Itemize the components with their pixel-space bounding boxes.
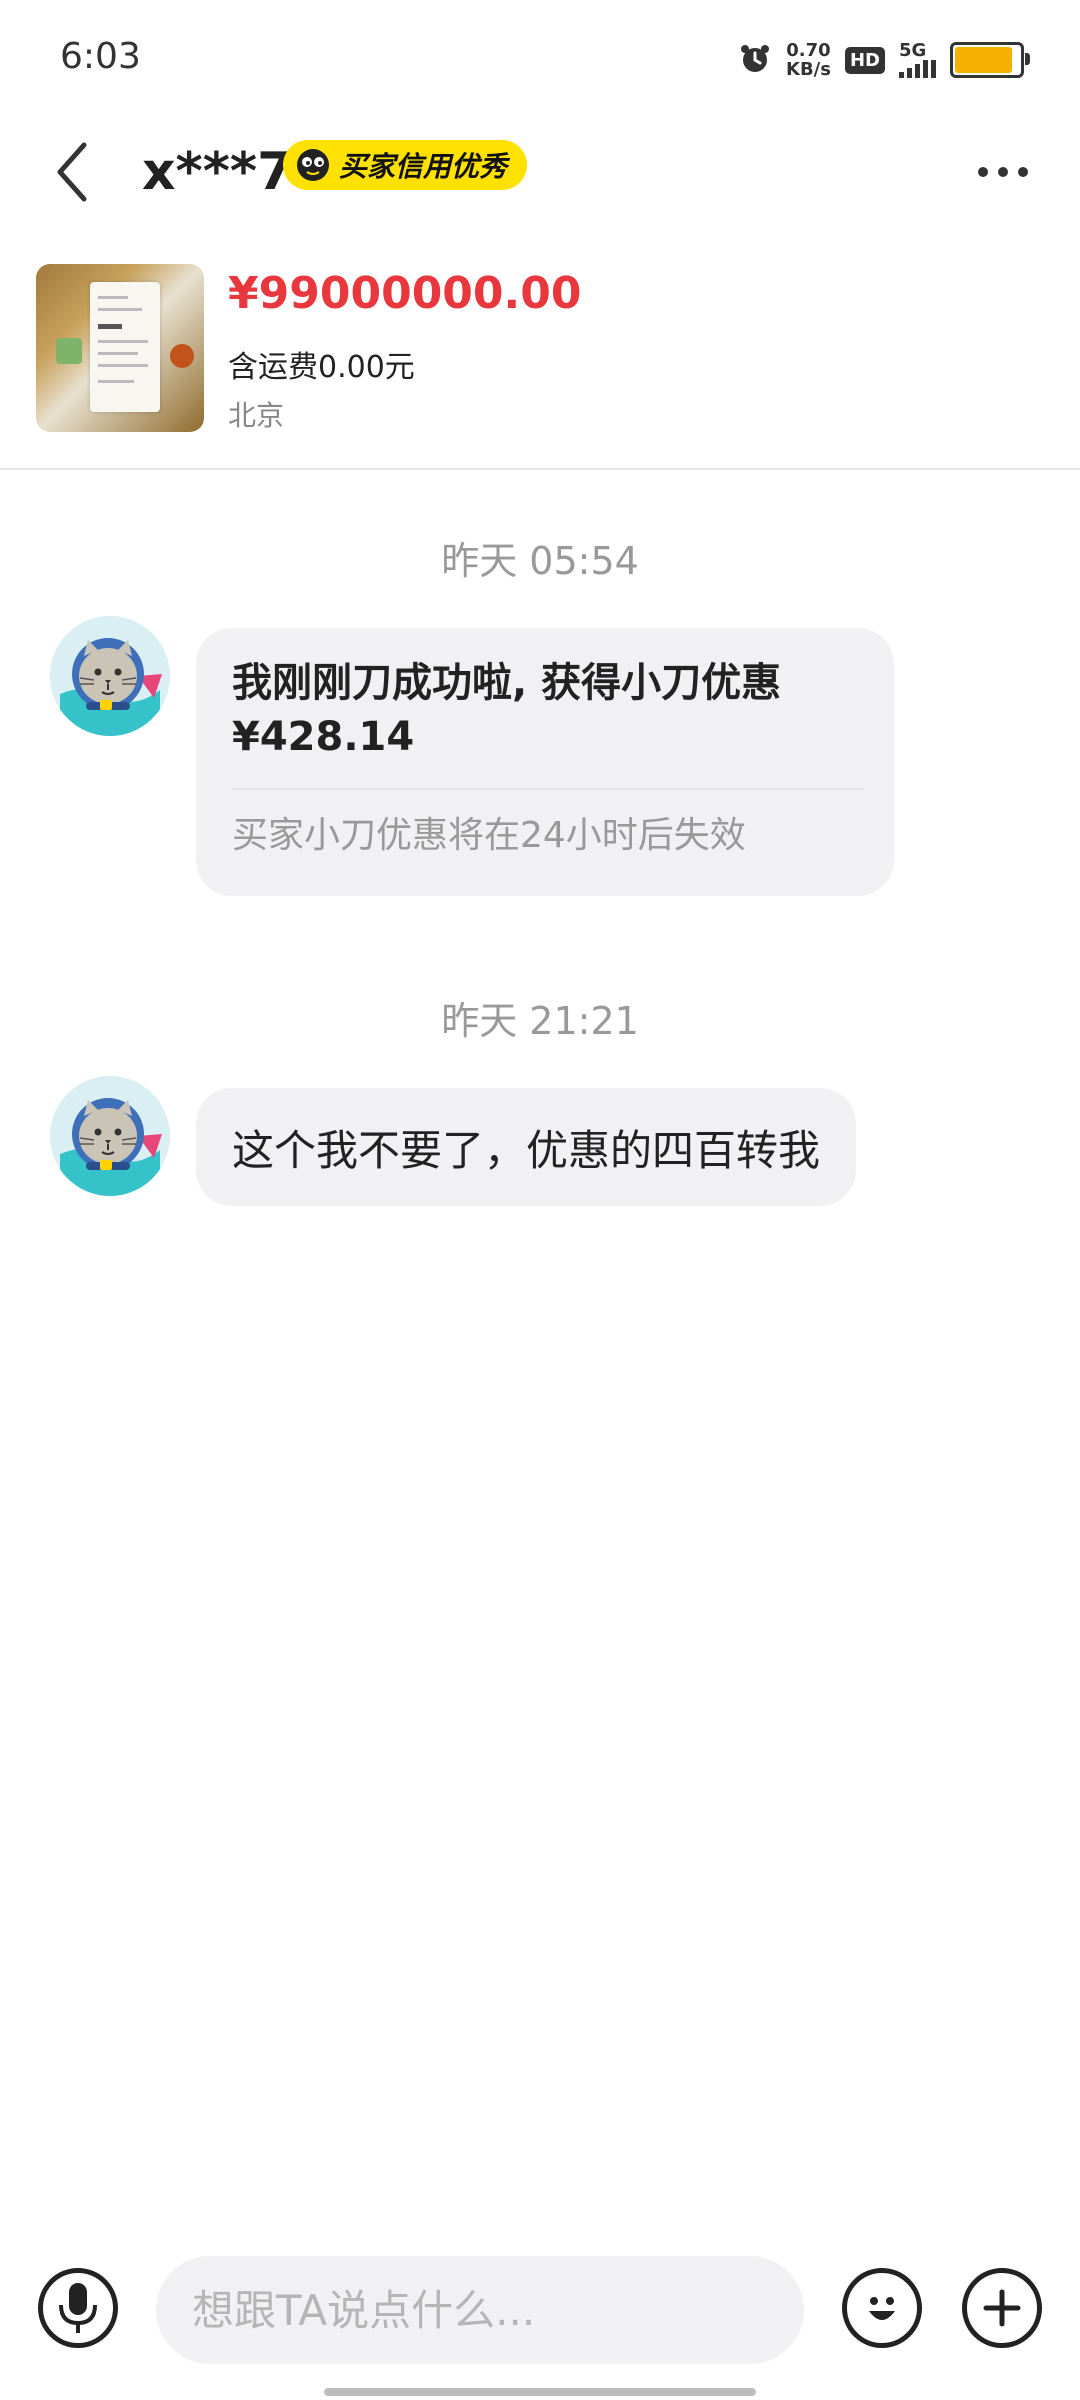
- more-button[interactable]: [968, 142, 1038, 202]
- credit-badge-label: 买家信用优秀: [339, 150, 508, 183]
- message-timestamp: 昨天 05:54: [441, 539, 639, 583]
- alarm-clock-icon: [738, 41, 772, 79]
- voice-icon: [59, 2283, 97, 2333]
- status-time: 6:03: [60, 36, 141, 77]
- network-type: 5G: [899, 40, 927, 61]
- battery-icon: [950, 42, 1030, 78]
- hd-icon: HD: [844, 46, 885, 74]
- cat-avatar-icon: [50, 616, 170, 736]
- face-icon: [297, 149, 329, 181]
- bubble-divider: [232, 788, 864, 790]
- status-bar: 6:03 0.70 KB/s HD 5G: [0, 0, 1080, 120]
- home-indicator[interactable]: [324, 2388, 756, 2396]
- network-speed: 0.70 KB/s: [786, 41, 831, 79]
- status-icons: 0.70 KB/s HD 5G: [738, 38, 1030, 82]
- product-price: ¥99000000.00: [228, 268, 582, 319]
- more-icon: [978, 167, 988, 177]
- input-bar: [0, 2248, 1080, 2372]
- credit-badge[interactable]: 买家信用优秀: [283, 140, 528, 190]
- voice-button[interactable]: [38, 2268, 118, 2348]
- battery-fill: [955, 47, 1013, 73]
- message-input[interactable]: [156, 2256, 804, 2364]
- plus-button[interactable]: [962, 2268, 1042, 2348]
- avatar[interactable]: [50, 616, 170, 736]
- network-speed-unit: KB/s: [786, 59, 831, 80]
- product-image[interactable]: [36, 264, 204, 432]
- plus-icon: [983, 2289, 1021, 2327]
- back-arrow-icon: [57, 142, 87, 202]
- network-speed-value: 0.70: [786, 40, 831, 61]
- signal-bars: [899, 60, 936, 78]
- message-bubble-bargain[interactable]: 我刚刚刀成功啦, 获得小刀优惠¥428.14 买家小刀优惠将在24小时后失效: [196, 628, 894, 896]
- message-bubble[interactable]: 这个我不要了，优惠的四百转我: [196, 1088, 857, 1206]
- back-button[interactable]: [42, 132, 102, 212]
- product-shipping: 含运费0.00元: [228, 350, 415, 385]
- cat-avatar-icon: [50, 1076, 170, 1196]
- signal-icon: 5G: [899, 42, 936, 78]
- bargain-note: 买家小刀优惠将在24小时后失效: [232, 815, 746, 856]
- product-location: 北京: [228, 399, 285, 432]
- chat-header: x***7 买家信用优秀: [0, 120, 1080, 250]
- message-text: 这个我不要了，优惠的四百转我: [232, 1125, 821, 1175]
- contact-name[interactable]: x***7: [142, 132, 293, 212]
- message-timestamp: 昨天 21:21: [441, 999, 639, 1043]
- product-card[interactable]: ¥99000000.00 含运费0.00元 北京: [0, 250, 1080, 470]
- emoji-icon: [869, 2297, 895, 2320]
- bargain-title: 我刚刚刀成功啦, 获得小刀优惠¥428.14: [232, 660, 782, 760]
- avatar[interactable]: [50, 1076, 170, 1196]
- emoji-button[interactable]: [842, 2268, 922, 2348]
